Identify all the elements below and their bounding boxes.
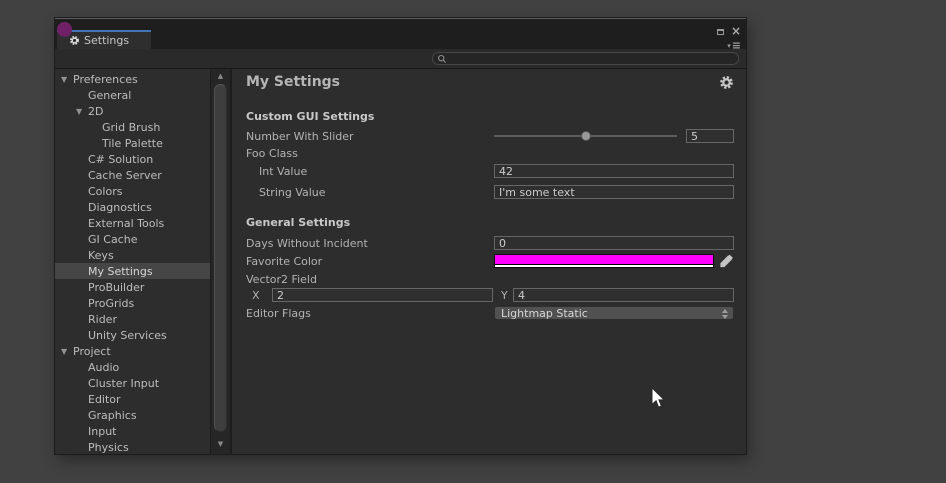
sidebar-item-label: C# Solution — [88, 153, 153, 166]
sidebar-item-project[interactable]: ▼Project — [55, 343, 210, 359]
sidebar-item-label: Grid Brush — [102, 121, 160, 134]
vector2-y-input[interactable] — [513, 288, 734, 302]
sidebar-item-label: External Tools — [88, 217, 164, 230]
sidebar-item-label: Keys — [88, 249, 114, 262]
sidebar-item-gi-cache[interactable]: GI Cache — [55, 231, 210, 247]
sidebar-item-physics[interactable]: Physics — [55, 439, 210, 454]
sidebar-item-unity-services[interactable]: Unity Services — [55, 327, 210, 343]
field-label-number-with-slider: Number With Slider — [246, 130, 494, 143]
settings-panel: My Settings Custom GUI Settings Number W… — [231, 69, 746, 454]
sidebar-item-label: General — [88, 89, 131, 102]
sidebar-item-label: My Settings — [88, 265, 153, 278]
sidebar-item-label: Tile Palette — [102, 137, 163, 150]
section-heading-custom-gui: Custom GUI Settings — [246, 110, 734, 123]
field-label-foo-class: Foo Class — [246, 147, 494, 160]
sidebar-item-label: 2D — [88, 105, 103, 118]
sidebar-item-external-tools[interactable]: External Tools — [55, 215, 210, 231]
field-label-days-without-incident: Days Without Incident — [246, 237, 494, 250]
vector2-y-label: Y — [501, 289, 513, 302]
chevron-expanded-icon[interactable]: ▼ — [60, 75, 73, 84]
search-box[interactable] — [432, 52, 739, 65]
sidebar-item-audio[interactable]: Audio — [55, 359, 210, 375]
scrollbar-thumb[interactable] — [214, 84, 227, 432]
slider-track[interactable] — [494, 135, 677, 137]
vector2-x-input[interactable] — [272, 288, 493, 302]
sidebar-scrollbar[interactable]: ▲ ▼ — [210, 69, 231, 454]
sidebar-item-label: Rider — [88, 313, 117, 326]
scroll-down-icon[interactable]: ▼ — [211, 440, 230, 448]
dropdown-selected-value: Lightmap Static — [501, 307, 588, 320]
field-label-favorite-color: Favorite Color — [246, 255, 494, 268]
sidebar-item-diagnostics[interactable]: Diagnostics — [55, 199, 210, 215]
sidebar-item-label: Colors — [88, 185, 122, 198]
sidebar-item-label: Unity Services — [88, 329, 167, 342]
field-label-editor-flags: Editor Flags — [246, 307, 494, 320]
dropdown-arrows-icon — [722, 309, 728, 319]
chevron-expanded-icon[interactable]: ▼ — [75, 107, 88, 116]
sidebar-item-label: Graphics — [88, 409, 137, 422]
search-icon — [437, 54, 447, 64]
sidebar-item-label: Physics — [88, 441, 129, 454]
close-icon[interactable]: × — [731, 27, 741, 36]
days-without-incident-input[interactable] — [494, 236, 734, 250]
page-title: My Settings — [246, 74, 340, 90]
slider-thumb[interactable] — [581, 131, 591, 141]
sidebar-item-preferences[interactable]: ▼Preferences — [55, 71, 210, 87]
sidebar-item-grid-brush[interactable]: Grid Brush — [55, 119, 210, 135]
chevron-expanded-icon[interactable]: ▼ — [60, 347, 73, 356]
sidebar-item-label: Editor — [88, 393, 121, 406]
sidebar-item-keys[interactable]: Keys — [55, 247, 210, 263]
unity-gear-icon — [69, 35, 80, 46]
field-label-string-value: String Value — [246, 186, 494, 199]
sidebar-item-probuilder[interactable]: ProBuilder — [55, 279, 210, 295]
sidebar-item-label: Cache Server — [88, 169, 162, 182]
color-swatch[interactable] — [494, 254, 714, 268]
field-label-vector2: Vector2 Field — [246, 273, 494, 286]
sidebar-item-my-settings[interactable]: My Settings — [55, 263, 210, 279]
maximize-icon[interactable] — [717, 29, 724, 35]
editor-flags-dropdown[interactable]: Lightmap Static — [494, 306, 734, 320]
sidebar-item-label: Audio — [88, 361, 119, 374]
sidebar-item-label: Project — [73, 345, 111, 358]
purple-dot-icon — [57, 22, 72, 37]
field-label-int-value: Int Value — [246, 165, 494, 178]
sidebar-item-csharp-solution[interactable]: C# Solution — [55, 151, 210, 167]
search-input[interactable] — [447, 53, 727, 64]
scroll-up-icon[interactable]: ▲ — [211, 72, 230, 80]
sidebar-item-rider[interactable]: Rider — [55, 311, 210, 327]
sidebar-item-label: ProBuilder — [88, 281, 144, 294]
string-value-input[interactable] — [494, 185, 734, 199]
sidebar-item-label: Input — [88, 425, 116, 438]
sidebar-item-label: Diagnostics — [88, 201, 152, 214]
settings-tree: ▼Preferences General ▼2D Grid Brush Tile… — [55, 69, 210, 454]
int-value-input[interactable] — [494, 164, 734, 178]
sidebar-item-2d[interactable]: ▼2D — [55, 103, 210, 119]
sidebar-item-colors[interactable]: Colors — [55, 183, 210, 199]
tab-label: Settings — [84, 34, 129, 47]
sidebar-item-label: GI Cache — [88, 233, 137, 246]
gear-icon[interactable] — [719, 75, 734, 90]
titlebar: Settings × ▾ ≡ — [55, 19, 746, 49]
sidebar-item-input[interactable]: Input — [55, 423, 210, 439]
sidebar-item-editor[interactable]: Editor — [55, 391, 210, 407]
sidebar-item-cache-server[interactable]: Cache Server — [55, 167, 210, 183]
section-heading-general: General Settings — [246, 216, 734, 229]
settings-window: Settings × ▾ ≡ ▼Preferences General ▼2D … — [55, 18, 746, 454]
alpha-strip — [495, 264, 713, 267]
color-swatch-fill — [495, 255, 713, 264]
sidebar-item-label: ProGrids — [88, 297, 134, 310]
sidebar-item-label: Preferences — [73, 73, 138, 86]
vector2-x-label: X — [252, 289, 272, 302]
eyedropper-icon[interactable] — [718, 254, 734, 269]
sidebar-item-label: Cluster Input — [88, 377, 159, 390]
sidebar-item-general[interactable]: General — [55, 87, 210, 103]
sidebar-item-graphics[interactable]: Graphics — [55, 407, 210, 423]
sidebar-item-progrids[interactable]: ProGrids — [55, 295, 210, 311]
sidebar-item-tile-palette[interactable]: Tile Palette — [55, 135, 210, 151]
slider-value-input[interactable] — [686, 129, 734, 143]
sidebar-item-cluster-input[interactable]: Cluster Input — [55, 375, 210, 391]
toolbar — [55, 49, 746, 69]
